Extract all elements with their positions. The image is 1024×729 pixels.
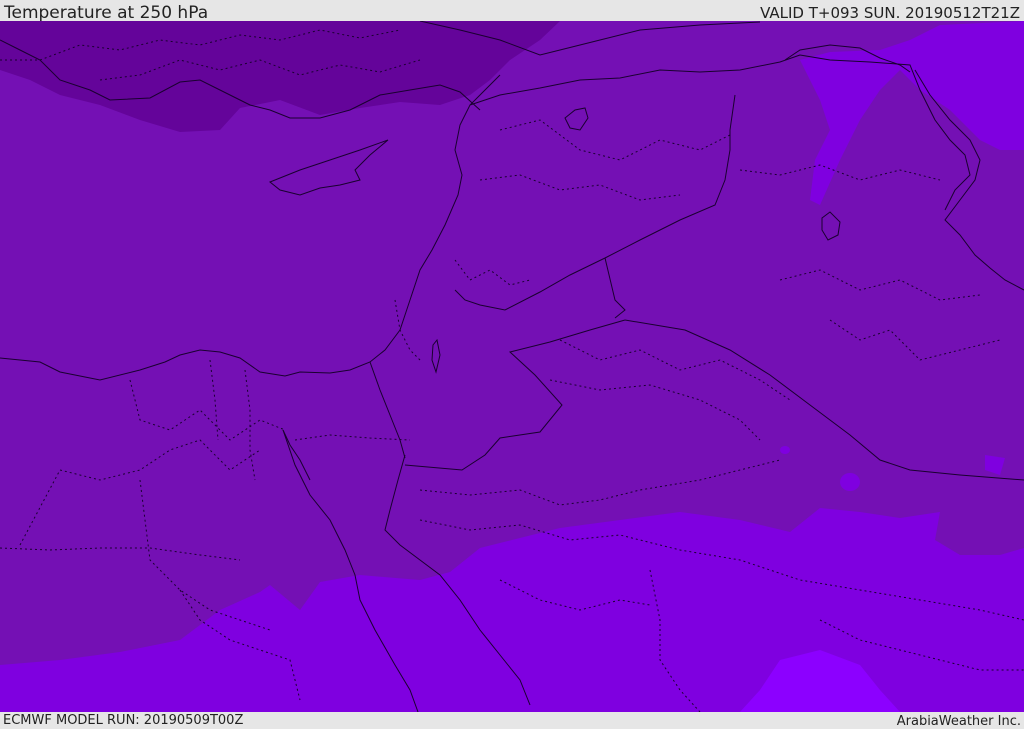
temperature-cell: [780, 446, 790, 454]
footer-bar: ECMWF MODEL RUN: 20190509T00Z ArabiaWeat…: [0, 712, 1024, 729]
weather-map: [0, 21, 1024, 712]
model-run-label: ECMWF MODEL RUN: 20190509T00Z: [3, 713, 244, 728]
header-bar: Temperature at 250 hPa VALID T+093 SUN. …: [0, 0, 1024, 23]
temperature-cell: [828, 548, 872, 572]
valid-time: VALID T+093 SUN. 20190512T21Z: [760, 4, 1020, 22]
map-title: Temperature at 250 hPa: [4, 3, 209, 23]
map-canvas: [0, 21, 1024, 712]
temperature-cell: [840, 473, 860, 491]
credit-label: ArabiaWeather Inc.: [896, 714, 1021, 729]
